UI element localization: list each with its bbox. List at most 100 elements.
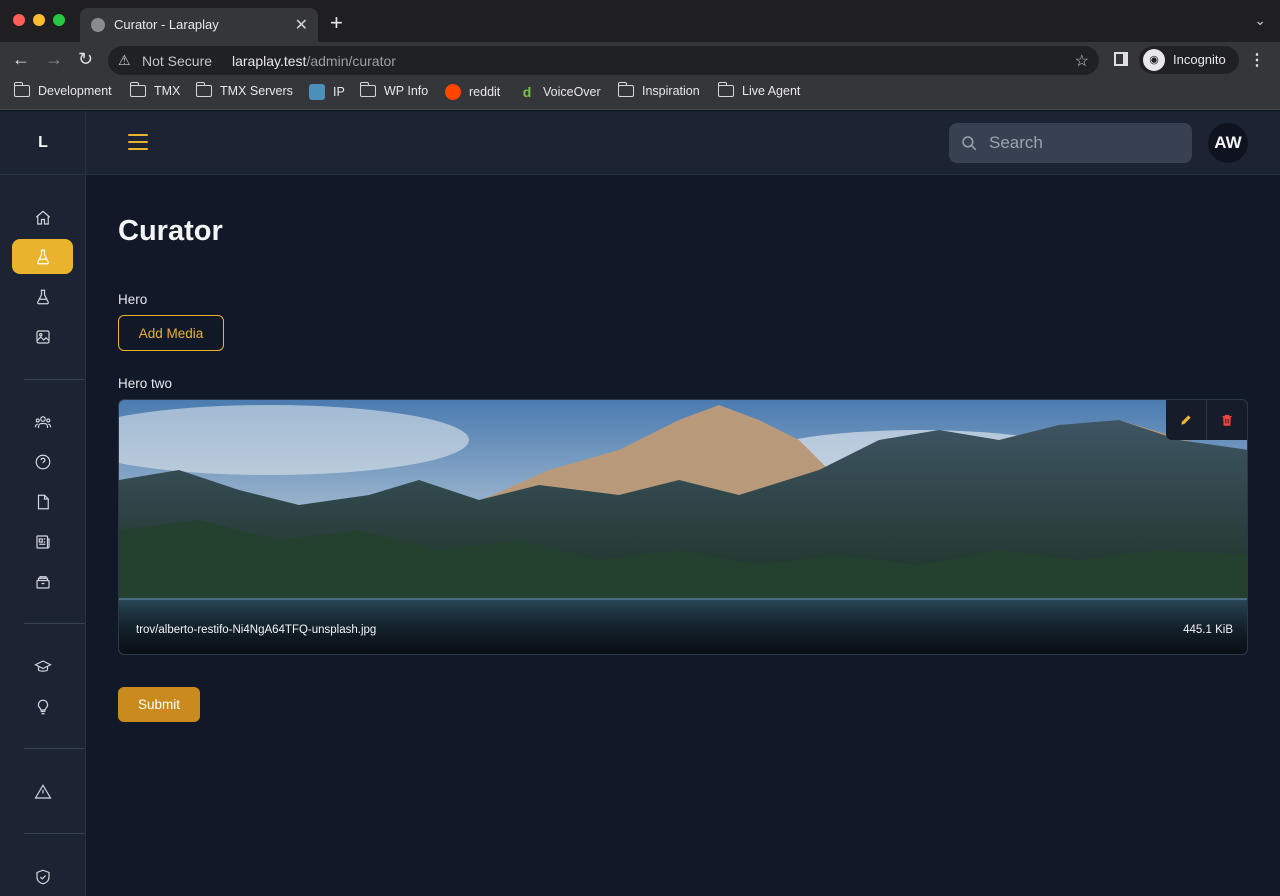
bookmark-development[interactable]: Development: [13, 82, 112, 98]
trash-icon: [1222, 414, 1232, 426]
sidebar-divider: [24, 623, 85, 624]
folder-icon: [359, 82, 376, 97]
security-label: Not Secure: [142, 53, 213, 69]
search-input[interactable]: [989, 132, 1179, 154]
pencil-icon: [1181, 415, 1191, 425]
nav-curator[interactable]: [12, 239, 73, 274]
folder-icon: [129, 82, 146, 97]
bookmark-label: VoiceOver: [543, 85, 601, 99]
bookmark-reddit[interactable]: reddit: [445, 84, 500, 100]
beaker-icon: [36, 289, 49, 304]
incognito-icon: ◉: [1143, 49, 1165, 71]
folder-icon: [195, 82, 212, 97]
chevron-down-icon[interactable]: ⌄: [1254, 12, 1266, 29]
bookmark-label: TMX: [154, 84, 181, 98]
globe-icon: [91, 18, 105, 32]
page-title: Curator: [118, 215, 223, 247]
media-meta-overlay: trov/alberto-restifo-Ni4NgA64TFQ-unsplas…: [119, 598, 1247, 654]
close-tab-icon[interactable]: ✕: [295, 15, 308, 35]
sidebar-divider: [24, 748, 85, 749]
tab-title: Curator - Laraplay: [114, 17, 219, 32]
light-bulb-icon: [37, 699, 48, 714]
bookmark-label: Development: [38, 84, 112, 98]
nav-pages[interactable]: [12, 484, 73, 519]
ip-favicon: [309, 84, 325, 100]
forward-arrow-icon[interactable]: →: [45, 49, 63, 69]
app-root: L Search AW Curator Hero Add Media Hero …: [0, 111, 1280, 896]
question-circle-icon: [35, 454, 50, 469]
url-path: /admin/curator: [306, 53, 396, 69]
url-host: laraplay.test: [232, 53, 307, 69]
zoom-window-button[interactable]: [53, 14, 65, 26]
bookmark-label: reddit: [469, 85, 501, 99]
media-preview-card: trov/alberto-restifo-Ni4NgA64TFQ-unsplas…: [118, 399, 1248, 655]
reload-icon[interactable]: ↻: [78, 49, 93, 69]
bookmark-voiceover[interactable]: d VoiceOver: [519, 84, 601, 100]
warning-icon: ⚠: [118, 52, 131, 68]
nav-home[interactable]: [12, 200, 73, 235]
nav-posts[interactable]: [12, 524, 73, 559]
archive-box-icon: [35, 575, 50, 589]
bookmark-tmx[interactable]: TMX: [129, 82, 181, 98]
hero-two-field-label: Hero two: [118, 376, 173, 391]
sidebar-divider: [24, 833, 85, 834]
nav-academy[interactable]: [12, 649, 73, 684]
nav-media[interactable]: [12, 319, 73, 354]
bookmark-label: WP Info: [384, 84, 429, 98]
newspaper-icon: [35, 534, 50, 549]
search-icon: [962, 136, 977, 151]
bookmark-wp-info[interactable]: WP Info: [359, 82, 429, 98]
media-actions: [1166, 400, 1247, 440]
voiceover-favicon: d: [522, 84, 532, 100]
sidebar: L: [0, 111, 86, 896]
nav-security[interactable]: [12, 859, 73, 894]
bookmark-tmx-servers[interactable]: TMX Servers: [195, 82, 293, 98]
delete-media-button[interactable]: [1207, 400, 1247, 440]
bookmarks-bar: Development TMX TMX Servers IP WP Info r…: [0, 78, 1280, 110]
bookmark-label: TMX Servers: [220, 84, 293, 98]
folder-icon: [717, 82, 734, 97]
users-icon: [34, 415, 51, 428]
folder-icon: [13, 82, 30, 97]
bookmark-inspiration[interactable]: Inspiration: [617, 82, 700, 98]
submit-button[interactable]: Submit: [118, 687, 200, 722]
add-media-button[interactable]: Add Media: [118, 315, 224, 351]
user-avatar[interactable]: AW: [1208, 123, 1248, 163]
media-filesize: 445.1 KiB: [1183, 624, 1233, 636]
nav-users[interactable]: [12, 404, 73, 439]
nav-help[interactable]: [12, 444, 73, 479]
bookmark-star-icon[interactable]: ☆: [1075, 51, 1089, 71]
bookmark-label: Live Agent: [742, 84, 801, 98]
graduation-cap-icon: [33, 659, 52, 672]
bookmark-ip[interactable]: IP: [309, 84, 345, 100]
browser-toolbar: ← → ↻ ⚠ Not Secure laraplay.test/admin/c…: [0, 42, 1280, 78]
nav-archive[interactable]: [12, 564, 73, 599]
back-arrow-icon[interactable]: ←: [12, 49, 30, 69]
url-text: laraplay.test/admin/curator: [232, 53, 396, 69]
new-tab-button[interactable]: +: [330, 12, 343, 34]
bookmark-label: Inspiration: [642, 84, 700, 98]
nav-alerts[interactable]: [12, 774, 73, 809]
nav-lab[interactable]: [12, 279, 73, 314]
app-logo[interactable]: L: [0, 111, 86, 175]
bookmark-label: IP: [333, 85, 345, 99]
bookmark-live-agent[interactable]: Live Agent: [717, 82, 801, 98]
nav-ideas[interactable]: [12, 689, 73, 724]
profile-label: Incognito: [1173, 52, 1226, 67]
home-icon: [35, 209, 50, 225]
menu-toggle-icon[interactable]: [128, 134, 148, 152]
side-panel-icon[interactable]: [1114, 52, 1128, 66]
incognito-profile-button[interactable]: ◉ Incognito: [1139, 46, 1239, 74]
hero-field-label: Hero: [118, 292, 148, 307]
document-icon: [37, 494, 49, 509]
edit-media-button[interactable]: [1166, 400, 1206, 440]
close-window-button[interactable]: [13, 14, 25, 26]
global-search[interactable]: [949, 123, 1192, 163]
shield-check-icon: [35, 869, 50, 884]
minimize-window-button[interactable]: [33, 14, 45, 26]
address-bar[interactable]: ⚠ Not Secure laraplay.test/admin/curator…: [108, 46, 1099, 75]
browser-tab[interactable]: Curator - Laraplay ✕: [80, 8, 318, 42]
photo-icon: [35, 329, 50, 344]
browser-titlebar: Curator - Laraplay ✕ + ⌄: [0, 0, 1280, 42]
more-menu-icon[interactable]: ⋮: [1249, 50, 1265, 70]
